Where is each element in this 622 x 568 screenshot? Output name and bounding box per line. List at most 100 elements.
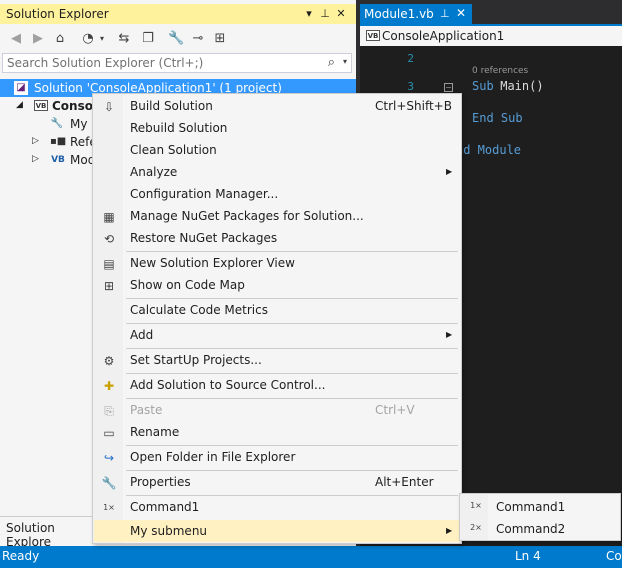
- menu-item-label: Add Solution to Source Control...: [130, 378, 326, 392]
- menu-item-restore-nuget[interactable]: ⟲ Restore NuGet Packages: [94, 227, 460, 249]
- submenu-item-command2[interactable]: 2× Command2: [461, 518, 619, 540]
- line-number: 3: [407, 80, 414, 93]
- menu-item-label: Rebuild Solution: [130, 121, 228, 135]
- code-keyword: nd Module: [456, 143, 522, 157]
- menu-item-build-solution[interactable]: ⇩ Build Solution Ctrl+Shift+B: [94, 95, 460, 117]
- menu-item-paste[interactable]: ⎘ Paste Ctrl+V: [94, 399, 460, 421]
- build-icon: ⇩: [103, 100, 115, 114]
- menu-item-calculate-code-metrics[interactable]: Calculate Code Metrics: [94, 299, 460, 321]
- solution-explorer-title: Solution Explorer: [6, 7, 109, 21]
- wrench-icon: 🔧: [50, 118, 64, 129]
- menu-item-label: Clean Solution: [130, 143, 217, 157]
- dropdown-arrow-icon[interactable]: ▾: [302, 7, 316, 21]
- rename-icon: ▭: [103, 426, 115, 440]
- menu-item-new-solution-explorer-view[interactable]: ▤ New Solution Explorer View: [94, 252, 460, 274]
- scope-dropdown[interactable]: ConsoleApplication1: [382, 29, 504, 43]
- solution-icon: ◪: [14, 81, 28, 95]
- my-submenu-flyout: 1× Command1 2× Command2: [459, 493, 621, 541]
- submenu-arrow-icon: ▶: [446, 167, 453, 176]
- menu-item-set-startup-projects[interactable]: ⚙ Set StartUp Projects...: [94, 349, 460, 371]
- sync-icon[interactable]: ⇆: [116, 31, 132, 47]
- menu-item-shortcut: Alt+Enter: [375, 475, 434, 489]
- menu-item-label: Add: [130, 328, 154, 342]
- new-view-icon: ▤: [103, 257, 115, 271]
- filter-dropdown-icon[interactable]: ▾: [94, 31, 110, 47]
- search-options-icon[interactable]: ▾: [343, 57, 347, 66]
- menu-item-label: Configuration Manager...: [130, 187, 279, 201]
- home-icon[interactable]: ⌂: [52, 31, 68, 47]
- vb-file-icon: VB: [51, 155, 65, 165]
- menu-item-label: Open Folder in File Explorer: [130, 450, 296, 464]
- solution-explorer-toolbar: ◀ ▶ ⌂ ◔ ▾ ⇆ ❐ 🔧 ⊸ ⊞: [0, 26, 356, 52]
- line-number: 2: [407, 52, 414, 65]
- view-class-diagram-icon[interactable]: ⊞: [212, 31, 228, 47]
- status-line: Ln 4: [515, 549, 541, 563]
- status-bar: Ready Ln 4 Co: [0, 546, 622, 568]
- tab-label: Solution Explore: [6, 521, 55, 549]
- tree-item-label: My: [70, 117, 88, 131]
- menu-item-show-on-code-map[interactable]: ⊞ Show on Code Map: [94, 274, 460, 296]
- solution-explorer-search[interactable]: ⌕ ▾: [2, 53, 352, 73]
- nuget-icon: ▦: [103, 210, 115, 224]
- menu-item-analyze[interactable]: Analyze ▶: [94, 161, 460, 183]
- command1-icon: 1×: [103, 503, 115, 512]
- menu-item-label: Build Solution: [130, 99, 213, 113]
- menu-item-command1[interactable]: 1× Command1: [94, 496, 460, 518]
- pin-icon[interactable]: ⊥: [440, 7, 450, 20]
- menu-item-label: Show on Code Map: [130, 278, 245, 292]
- menu-item-shortcut: Ctrl+Shift+B: [375, 99, 452, 113]
- code-identifier: Main(): [493, 79, 544, 93]
- command1-icon: 1×: [470, 501, 482, 510]
- back-icon[interactable]: ◀: [8, 31, 24, 47]
- menu-item-label: Set StartUp Projects...: [130, 353, 262, 367]
- menu-item-label: Calculate Code Metrics: [130, 303, 268, 317]
- tab-title: Module1.vb: [364, 7, 434, 21]
- search-icon[interactable]: ⌕: [328, 55, 335, 70]
- code-keyword: Sub: [472, 79, 494, 93]
- menu-item-rebuild-solution[interactable]: Rebuild Solution: [94, 117, 460, 139]
- source-control-icon: ✚: [103, 379, 115, 393]
- menu-item-label: Command1: [130, 500, 200, 514]
- fold-icon[interactable]: −: [444, 83, 453, 92]
- search-input[interactable]: [7, 55, 307, 71]
- menu-item-my-submenu[interactable]: My submenu ▶: [94, 520, 460, 542]
- restore-icon: ⟲: [103, 232, 115, 246]
- status-column: Co: [606, 549, 622, 563]
- menu-item-manage-nuget[interactable]: ▦ Manage NuGet Packages for Solution...: [94, 205, 460, 227]
- close-icon[interactable]: ✕: [456, 6, 466, 20]
- submenu-item-command1[interactable]: 1× Command1: [461, 496, 619, 518]
- tab-solution-explorer[interactable]: Solution Explore: [0, 516, 100, 549]
- menu-item-rename[interactable]: ▭ Rename: [94, 421, 460, 443]
- menu-item-label: Paste: [130, 403, 163, 417]
- menu-item-clean-solution[interactable]: Clean Solution: [94, 139, 460, 161]
- gear-icon: ⚙: [103, 354, 115, 368]
- expand-arrow-icon[interactable]: ▷: [32, 154, 39, 164]
- references-codelens[interactable]: 0 references: [472, 66, 528, 76]
- menu-item-properties[interactable]: 🔧 Properties Alt+Enter: [94, 471, 460, 493]
- submenu-item-label: Command2: [496, 522, 566, 536]
- collapse-all-icon[interactable]: ❐: [140, 31, 156, 47]
- expand-arrow-icon[interactable]: ▷: [32, 136, 39, 146]
- code-keyword: End Sub: [472, 111, 523, 125]
- vb-project-icon: VB: [34, 100, 48, 111]
- preview-icon[interactable]: ⊸: [190, 31, 206, 47]
- menu-item-add-to-source-control[interactable]: ✚ Add Solution to Source Control...: [94, 374, 460, 396]
- menu-item-open-folder[interactable]: ↪ Open Folder in File Explorer: [94, 446, 460, 468]
- open-folder-icon: ↪: [103, 451, 115, 465]
- close-icon[interactable]: ✕: [334, 7, 348, 21]
- menu-item-configuration-manager[interactable]: Configuration Manager...: [94, 183, 460, 205]
- menu-item-label: Properties: [130, 475, 191, 489]
- pin-icon[interactable]: ⊥: [318, 7, 332, 21]
- tab-module1[interactable]: Module1.vb ⊥ ✕: [360, 4, 472, 24]
- solution-explorer-titlebar[interactable]: Solution Explorer ▾ ⊥ ✕: [0, 4, 356, 24]
- menu-item-label: My submenu: [130, 524, 208, 538]
- menu-item-label: Restore NuGet Packages: [130, 231, 278, 245]
- menu-item-add[interactable]: Add ▶: [94, 324, 460, 346]
- code-map-icon: ⊞: [103, 279, 115, 293]
- forward-icon[interactable]: ▶: [30, 31, 46, 47]
- properties-wrench-icon[interactable]: 🔧: [168, 31, 184, 47]
- vb-project-icon: VB: [366, 30, 380, 41]
- context-menu: ⇩ Build Solution Ctrl+Shift+B Rebuild So…: [92, 93, 462, 544]
- collapse-arrow-icon[interactable]: ◢: [16, 100, 23, 110]
- navigation-bar[interactable]: VB ConsoleApplication1: [360, 26, 622, 46]
